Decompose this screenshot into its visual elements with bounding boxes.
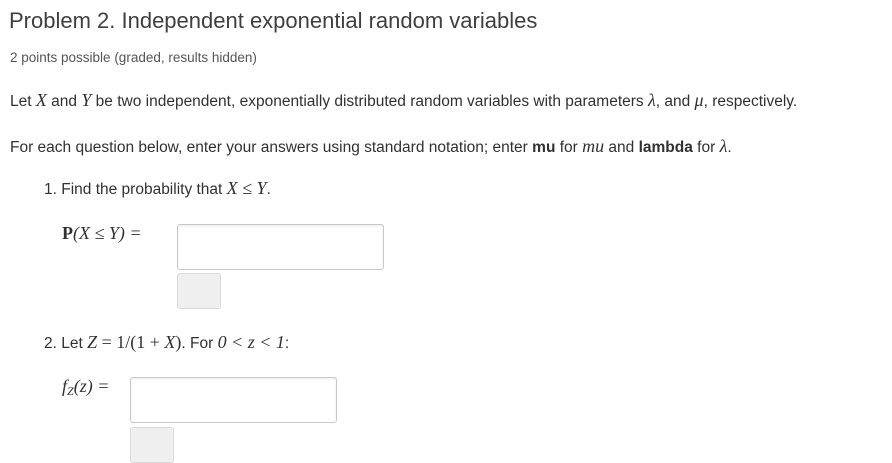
- q1-preview-button[interactable]: [177, 273, 221, 309]
- problem-intro: Let X and Y be two independent, exponent…: [10, 90, 797, 111]
- points-possible: 2 points possible (graded, results hidde…: [10, 50, 257, 65]
- q2-colon: :: [284, 335, 290, 352]
- instr-t3: and: [604, 139, 639, 156]
- intro-and2: , and: [655, 93, 695, 110]
- q2-label-rest: (z) =: [73, 376, 110, 396]
- var-lambda: λ: [647, 90, 656, 110]
- instr-t4: for: [692, 139, 720, 156]
- instr-lambda-keyword: lambda: [638, 139, 693, 156]
- intro-and: and: [46, 93, 82, 110]
- q1-label-expr: (X ≤ Y) =: [73, 223, 142, 243]
- q1-answer-input[interactable]: [177, 224, 384, 270]
- question-2: 2. Let Z = 1/(1 + X). For 0 < z < 1:: [44, 332, 289, 353]
- q2-z: Z: [87, 332, 98, 352]
- q2-preview-button[interactable]: [130, 427, 174, 463]
- q2-range: 0 < z < 1: [217, 332, 285, 352]
- intro-desc: be two independent, exponentially distri…: [91, 93, 648, 110]
- var-mu: μ: [694, 90, 704, 110]
- instr-t5: .: [727, 139, 732, 156]
- q2-mid: . For: [181, 335, 218, 352]
- q1-text: 1. Find the probability that: [44, 181, 227, 198]
- var-x: X: [35, 90, 47, 110]
- instr-mu-italic: mu: [582, 136, 605, 156]
- question-1: 1. Find the probability that X ≤ Y.: [44, 178, 271, 199]
- q2-answer-input[interactable]: [130, 377, 337, 423]
- q1-label-p: P: [62, 223, 73, 243]
- instr-t2: for: [555, 139, 583, 156]
- q1-end: .: [266, 181, 271, 198]
- q2-text: 2. Let: [44, 335, 88, 352]
- instr-t1: For each question below, enter your answ…: [10, 139, 533, 156]
- q1-answer-label: P(X ≤ Y) =: [62, 223, 142, 244]
- intro-let: Let: [10, 93, 36, 110]
- problem-title: Problem 2. Independent exponential rando…: [9, 8, 538, 33]
- q2-label-sub: Z: [67, 384, 74, 398]
- q2-eq: = 1/(1 +: [97, 332, 165, 352]
- q2-x: X: [164, 332, 176, 352]
- q1-expr: X ≤ Y: [226, 178, 267, 198]
- instr-mu-keyword: mu: [532, 139, 556, 156]
- q2-answer-label: fZ(z) =: [62, 376, 109, 399]
- var-y: Y: [81, 90, 92, 110]
- instructions: For each question below, enter your answ…: [10, 136, 732, 157]
- intro-end: , respectively.: [703, 93, 798, 110]
